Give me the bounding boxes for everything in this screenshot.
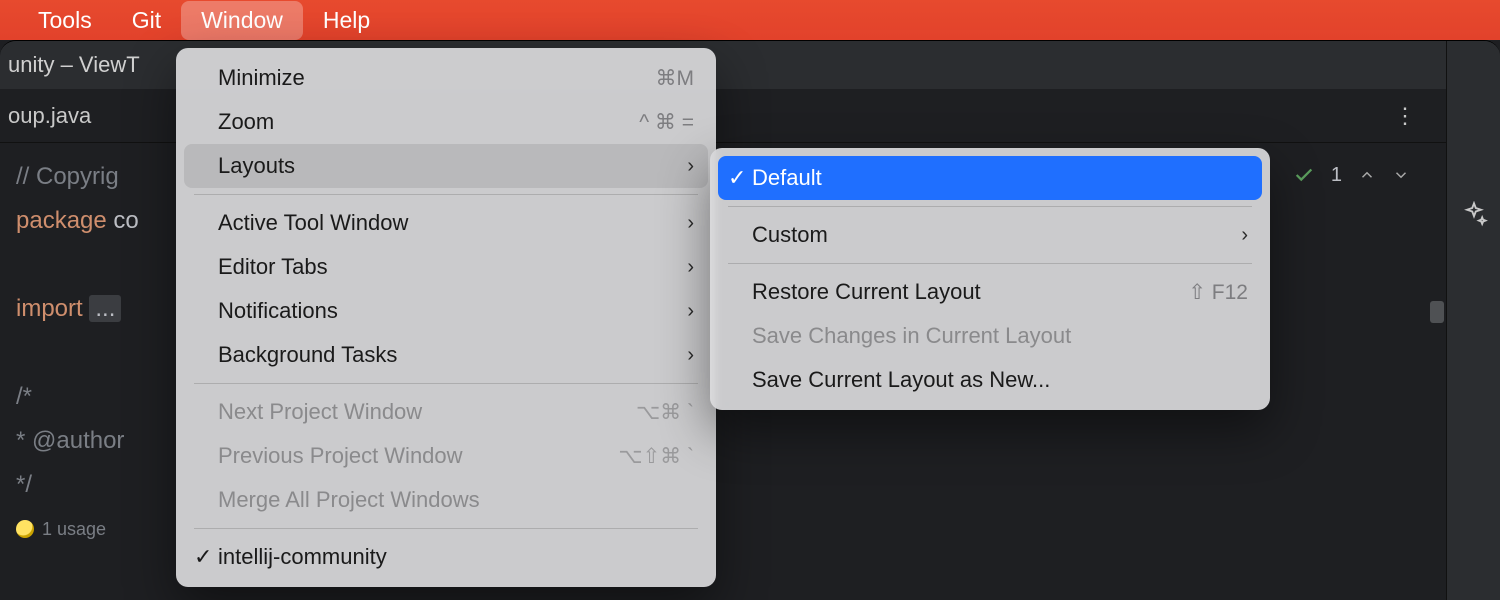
code-text: co	[107, 207, 139, 234]
code-line: /*	[16, 383, 32, 410]
shortcut-label: ⌥⌘ `	[636, 400, 694, 425]
menu-tools[interactable]: Tools	[18, 1, 112, 40]
chevron-right-icon: ›	[687, 212, 694, 235]
scrollbar-thumb[interactable]	[1430, 301, 1444, 323]
menu-item-restore-current-layout[interactable]: Restore Current Layout ⇧ F12	[718, 270, 1262, 314]
menu-item-save-current-layout-as-new[interactable]: Save Current Layout as New...	[718, 358, 1262, 402]
code-keyword: package	[16, 207, 107, 234]
code-line: // Copyrig	[16, 163, 119, 190]
window-menu: Minimize ⌘M Zoom ^ ⌘ = Layouts › Active …	[176, 48, 716, 587]
menu-item-editor-tabs[interactable]: Editor Tabs ›	[184, 245, 708, 289]
menu-separator	[728, 206, 1252, 207]
chevron-right-icon: ›	[687, 256, 694, 279]
code-line: */	[16, 471, 32, 498]
menu-separator	[728, 263, 1252, 264]
bulb-icon	[16, 520, 34, 538]
chevron-right-icon: ›	[687, 300, 694, 323]
menu-item-previous-project-window: Previous Project Window ⌥⇧⌘ `	[184, 434, 708, 478]
menu-item-layout-custom[interactable]: Custom ›	[718, 213, 1262, 257]
problems-count: 1	[1331, 153, 1342, 197]
checkmark-icon	[1293, 164, 1315, 186]
checkmark-icon: ✓	[728, 165, 746, 191]
shortcut-label: ⇧ F12	[1188, 280, 1248, 305]
menu-item-notifications[interactable]: Notifications ›	[184, 289, 708, 333]
menu-item-minimize[interactable]: Minimize ⌘M	[184, 56, 708, 100]
menu-git[interactable]: Git	[112, 1, 181, 40]
editor-tab[interactable]: oup.java	[8, 103, 91, 129]
menu-item-next-project-window: Next Project Window ⌥⌘ `	[184, 390, 708, 434]
menu-item-save-changes-in-current-layout: Save Changes in Current Layout	[718, 314, 1262, 358]
menu-item-layouts[interactable]: Layouts ›	[184, 144, 708, 188]
menu-item-zoom[interactable]: Zoom ^ ⌘ =	[184, 100, 708, 144]
shortcut-label: ⌘M	[656, 66, 695, 91]
menu-item-project-intellij-community[interactable]: ✓ intellij-community	[184, 535, 708, 579]
right-toolbar	[1446, 41, 1500, 600]
menu-item-background-tasks[interactable]: Background Tasks ›	[184, 333, 708, 377]
chevron-right-icon: ›	[687, 344, 694, 367]
chevron-up-icon[interactable]	[1358, 166, 1376, 184]
menu-item-layout-default[interactable]: ✓ Default	[718, 156, 1262, 200]
code-line: * @author	[16, 427, 124, 454]
menu-separator	[194, 194, 698, 195]
menu-separator	[194, 528, 698, 529]
menu-item-merge-all-project-windows: Merge All Project Windows	[184, 478, 708, 522]
code-keyword: import	[16, 295, 83, 322]
shortcut-label: ⌥⇧⌘ `	[618, 444, 694, 469]
chevron-right-icon: ›	[687, 155, 694, 178]
chevron-down-icon[interactable]	[1392, 166, 1410, 184]
menubar: Tools Git Window Help	[0, 0, 1500, 40]
ai-assistant-icon[interactable]	[1460, 201, 1488, 229]
folded-region[interactable]: ...	[89, 295, 121, 322]
menu-separator	[194, 383, 698, 384]
usage-hint[interactable]: 1 usage	[16, 507, 106, 551]
tab-options-icon[interactable]: ⋮	[1394, 113, 1416, 119]
menu-window[interactable]: Window	[181, 1, 303, 40]
shortcut-label: ^ ⌘ =	[639, 110, 694, 135]
menu-help[interactable]: Help	[303, 1, 390, 40]
checkmark-icon: ✓	[194, 544, 212, 570]
menu-item-active-tool-window[interactable]: Active Tool Window ›	[184, 201, 708, 245]
layouts-submenu: ✓ Default Custom › Restore Current Layou…	[710, 148, 1270, 410]
chevron-right-icon: ›	[1241, 224, 1248, 247]
problems-widget[interactable]: 1	[1293, 153, 1410, 197]
